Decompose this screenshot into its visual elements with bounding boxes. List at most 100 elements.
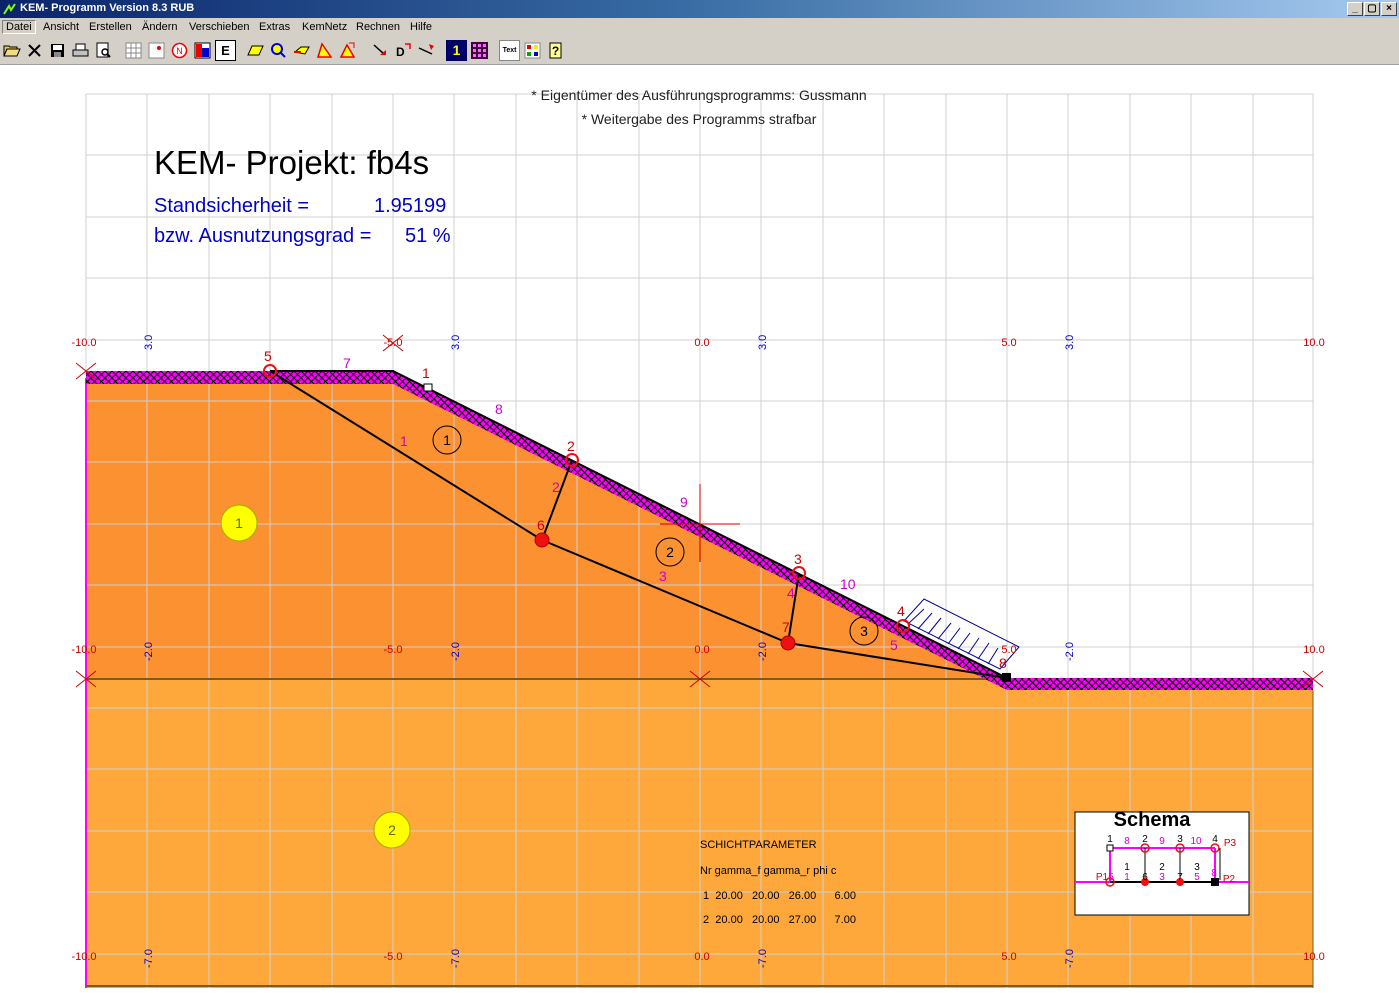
block-label-2: 2 bbox=[666, 544, 674, 560]
safety-label: Standsicherheit = bbox=[154, 195, 309, 217]
axis-y-bot-1: -7.0 bbox=[450, 949, 462, 968]
menu-hilfe[interactable]: Hilfe bbox=[408, 21, 434, 33]
axis-y-top-2: 3.0 bbox=[757, 335, 769, 350]
axis-x-mid-1: -5.0 bbox=[384, 644, 403, 656]
menu-erstellen[interactable]: Erstellen bbox=[87, 21, 134, 33]
utilization-value: 51 % bbox=[405, 225, 451, 247]
axis-x-mid-4: 10.0 bbox=[1303, 644, 1324, 656]
close-button[interactable]: × bbox=[1381, 2, 1397, 16]
axis-y-mid-0: -2.0 bbox=[143, 642, 155, 661]
edge-label-2: 2 bbox=[552, 479, 560, 495]
axis-x-mid-2: 0.0 bbox=[694, 644, 709, 656]
arrow-left-icon[interactable] bbox=[291, 40, 312, 61]
schema-bot-label-5: 7 bbox=[1177, 872, 1183, 883]
notice-line-1: * Eigentümer des Ausführungsprogramms: G… bbox=[531, 87, 866, 103]
menu-rechnen[interactable]: Rechnen bbox=[354, 21, 402, 33]
schema-bot-label-0: P1 bbox=[1096, 872, 1109, 883]
block-label-1: 1 bbox=[443, 432, 451, 448]
menu-verschieben[interactable]: Verschieben bbox=[187, 21, 252, 33]
axis-y-top-1: 3.0 bbox=[450, 335, 462, 350]
layer-color-icon[interactable] bbox=[192, 40, 213, 61]
app-icon bbox=[3, 3, 16, 15]
schema-top-label-4: 3 bbox=[1177, 834, 1183, 845]
axis-x-bot-3: 5.0 bbox=[1001, 951, 1016, 963]
schema-title: Schema bbox=[1114, 809, 1192, 831]
menu-kemnetz[interactable]: KemNetz bbox=[300, 21, 349, 33]
print-icon[interactable] bbox=[70, 40, 91, 61]
edge-label-1: 1 bbox=[400, 433, 408, 449]
svg-text:N: N bbox=[176, 46, 183, 56]
node-1-marker bbox=[423, 383, 433, 392]
open-folder-icon[interactable] bbox=[1, 40, 22, 61]
kem-drawing[interactable]: 1 2 3 1 2 1 2 3 4 5 6 7 8 1 2 3 4 5 7 8 … bbox=[0, 64, 1399, 988]
svg-text:?: ? bbox=[552, 44, 559, 58]
menu-datei[interactable]: Datei bbox=[2, 20, 36, 34]
edit-e-button[interactable]: E bbox=[215, 40, 236, 61]
menu-bar: Datei Ansicht Erstellen Ändern Verschieb… bbox=[0, 18, 1399, 38]
notice-line-2: * Weitergabe des Programms strafbar bbox=[582, 111, 817, 127]
toolbar: N E D 1 Text ? bbox=[0, 38, 1399, 65]
node-label-8: 8 bbox=[999, 655, 1007, 671]
node-label-1: 1 bbox=[422, 365, 430, 381]
menu-aendern[interactable]: Ändern bbox=[140, 21, 179, 33]
edge-label-10: 10 bbox=[840, 576, 856, 592]
axis-y-mid-3: -2.0 bbox=[1064, 642, 1076, 661]
utilization-label: bzw. Ausnutzungsgrad = bbox=[154, 225, 371, 247]
axis-x-top-1: -5.0 bbox=[384, 337, 403, 349]
colored-squares-icon[interactable] bbox=[522, 40, 543, 61]
menu-ansicht[interactable]: Ansicht bbox=[41, 21, 81, 33]
help-question-icon[interactable]: ? bbox=[545, 40, 566, 61]
triangle-edit-icon[interactable] bbox=[314, 40, 335, 61]
schema-bot-label-6: 5 bbox=[1194, 872, 1200, 883]
schema-bot-label-4: 3 bbox=[1159, 872, 1165, 883]
drawing-canvas[interactable]: 1 2 3 1 2 1 2 3 4 5 6 7 8 1 2 3 4 5 7 8 … bbox=[0, 64, 1399, 988]
node-8-marker bbox=[1002, 673, 1011, 682]
node-label-2: 2 bbox=[567, 438, 575, 454]
number-one-button[interactable]: 1 bbox=[446, 40, 467, 61]
parallelogram-icon[interactable] bbox=[245, 40, 266, 61]
text-button[interactable]: Text bbox=[499, 40, 520, 61]
matrix-icon[interactable] bbox=[469, 40, 490, 61]
edge-label-7: 7 bbox=[343, 355, 351, 371]
axis-y-bot-0: -7.0 bbox=[143, 949, 155, 968]
arrow-down-red-icon[interactable] bbox=[370, 40, 391, 61]
window-title: KEM- Programm Version 8.3 RUB bbox=[20, 2, 195, 14]
zoom-icon[interactable] bbox=[268, 40, 289, 61]
schema-top-label-7: P3 bbox=[1224, 838, 1237, 849]
project-title: KEM- Projekt: fb4s bbox=[154, 144, 429, 181]
axis-y-bot-3: -7.0 bbox=[1064, 949, 1076, 968]
maximize-button[interactable]: ▢ bbox=[1364, 2, 1380, 16]
schema-bot-label-2: 1 bbox=[1124, 872, 1130, 883]
schema-top-label-1: 8 bbox=[1124, 836, 1130, 847]
point-icon[interactable] bbox=[146, 40, 167, 61]
minimize-button[interactable]: _ bbox=[1347, 2, 1363, 16]
axis-x-top-4: 10.0 bbox=[1303, 337, 1324, 349]
schema-bot-label-8: P2 bbox=[1223, 874, 1236, 885]
menu-extras[interactable]: Extras bbox=[257, 21, 292, 33]
params-row-1: 1 20.00 20.00 26.00 6.00 bbox=[700, 890, 856, 902]
grid-icon[interactable] bbox=[123, 40, 144, 61]
move-arrow-icon[interactable] bbox=[416, 40, 437, 61]
node-label-4: 4 bbox=[897, 603, 905, 619]
save-disk-icon[interactable] bbox=[47, 40, 68, 61]
safety-value: 1.95199 bbox=[374, 195, 446, 217]
edge-label-8: 8 bbox=[495, 401, 503, 417]
node-n-icon[interactable]: N bbox=[169, 40, 190, 61]
triangle-arrow-icon[interactable] bbox=[337, 40, 358, 61]
edge-label-4: 4 bbox=[787, 585, 795, 601]
node-label-3: 3 bbox=[794, 551, 802, 567]
axis-y-top-0: 3.0 bbox=[143, 335, 155, 350]
schema-bot-label-7: 8 bbox=[1211, 868, 1217, 879]
close-file-icon[interactable] bbox=[24, 40, 45, 61]
schema-bot-label-3: 6 bbox=[1142, 872, 1148, 883]
schema-top-label-3: 9 bbox=[1159, 836, 1165, 847]
axis-x-top-3: 5.0 bbox=[1001, 337, 1016, 349]
schema-top-label-5: 10 bbox=[1190, 836, 1202, 847]
layer-label-2: 2 bbox=[388, 822, 396, 838]
d-arrow-icon[interactable]: D bbox=[393, 40, 414, 61]
params-row-2: 2 20.00 20.00 27.00 7.00 bbox=[700, 914, 856, 926]
axis-x-bot-1: -5.0 bbox=[384, 951, 403, 963]
axis-y-mid-1: -2.0 bbox=[450, 642, 462, 661]
schema-top-label-6: 4 bbox=[1212, 834, 1218, 845]
print-preview-icon[interactable] bbox=[93, 40, 114, 61]
